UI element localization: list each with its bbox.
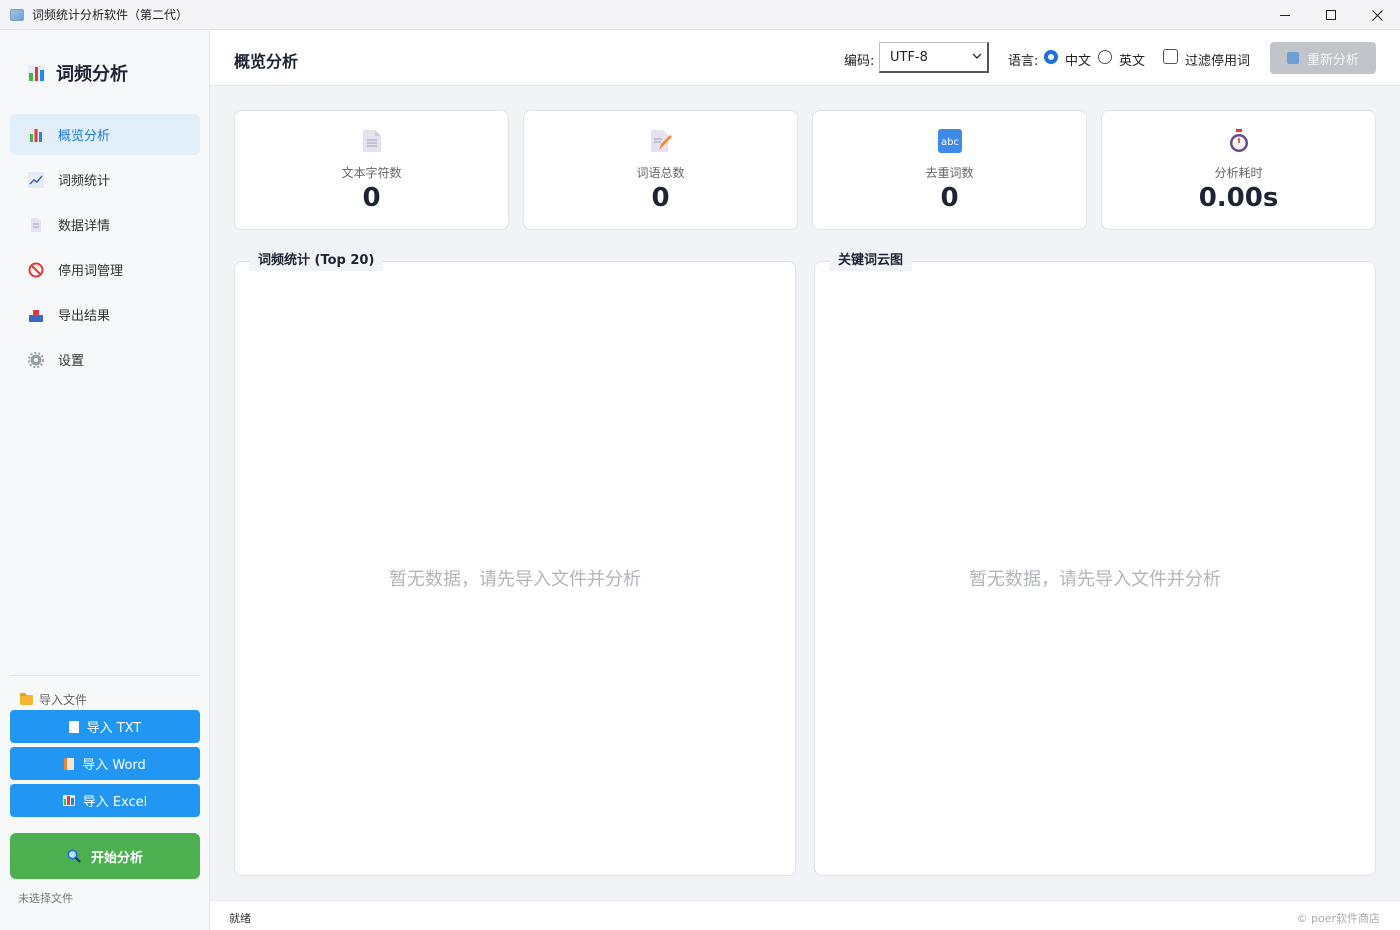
empty-state-text: 暂无数据，请先导入文件并分析 [389, 569, 641, 590]
language-radio-chinese[interactable] [1044, 50, 1058, 64]
sidebar-item-label: 概览分析 [58, 129, 111, 144]
stat-value: 0 [940, 183, 959, 213]
word-frequency-panel: 词频统计 (Top 20) 暂无数据，请先导入文件并分析 [234, 251, 796, 876]
language-chinese-label[interactable]: 中文 [1065, 50, 1091, 69]
document-icon [360, 129, 384, 153]
stat-label: 词语总数 [636, 166, 685, 180]
svg-text:abc: abc [941, 137, 959, 148]
sidebar-item-word-frequency[interactable]: 词频统计 [10, 159, 200, 200]
sidebar-item-data-details[interactable]: 数据详情 [10, 204, 200, 245]
window-title: 词频统计分析软件（第二代） [32, 8, 189, 22]
sidebar: 词频分析 概览分析 词频统计 数据详情 停用词管理 导出结果 设置 导入文件 导… [0, 30, 210, 930]
sidebar-item-label: 数据详情 [58, 219, 111, 234]
encoding-value: UTF-8 [890, 49, 928, 65]
sidebar-item-label: 导出结果 [58, 309, 111, 324]
stat-value: 0 [651, 183, 670, 213]
sidebar-divider [10, 675, 200, 676]
memo-icon [649, 129, 673, 153]
main-header: 概览分析 编码: UTF-8 语言: 中文 英文 过滤停用词 重新分析 [210, 30, 1400, 86]
folder-icon [20, 692, 33, 705]
import-txt-button[interactable]: 导入 TXT [10, 710, 200, 743]
search-icon [67, 849, 81, 863]
minimize-button[interactable] [1262, 0, 1308, 30]
import-txt-label: 导入 TXT [86, 721, 142, 736]
bar-chart-icon [28, 126, 44, 143]
status-text: 就绪 [229, 912, 251, 925]
document-icon [68, 720, 79, 733]
sidebar-item-label: 词频统计 [58, 174, 111, 189]
import-word-button[interactable]: 导入 Word [10, 747, 200, 780]
copyright-text: © poer软件商店 [1296, 912, 1381, 925]
start-analysis-label: 开始分析 [90, 850, 143, 866]
import-title-label: 导入文件 [39, 693, 88, 707]
language-english-label[interactable]: 英文 [1119, 50, 1145, 69]
stat-label: 分析耗时 [1214, 166, 1263, 180]
bar-chart-icon [28, 64, 45, 82]
sidebar-nav: 概览分析 词频统计 数据详情 停用词管理 导出结果 设置 [10, 114, 200, 384]
app-icon [10, 8, 24, 21]
language-radio-english[interactable] [1098, 50, 1112, 64]
prohibited-icon [28, 262, 44, 278]
gear-icon [28, 351, 44, 368]
keyword-cloud-panel: 关键词云图 暂无数据，请先导入文件并分析 [814, 251, 1376, 876]
abc-icon: abc [937, 129, 962, 153]
minimize-icon [1280, 14, 1290, 16]
encoding-select[interactable]: UTF-8 [879, 42, 989, 73]
stat-value: 0 [362, 183, 381, 213]
stat-label: 去重词数 [925, 166, 974, 180]
panel-title: 词频统计 (Top 20) [249, 251, 384, 271]
brand: 词频分析 [28, 60, 128, 86]
language-label: 语言: [1008, 54, 1039, 69]
close-icon [1371, 9, 1383, 21]
maximize-icon [1326, 10, 1336, 20]
document-icon [28, 217, 44, 233]
import-word-label: 导入 Word [82, 758, 146, 773]
chevron-down-icon [972, 53, 982, 59]
bar-chart-icon [62, 795, 75, 806]
sidebar-item-settings[interactable]: 设置 [10, 339, 200, 380]
start-analysis-button[interactable]: 开始分析 [10, 833, 200, 879]
close-button[interactable] [1354, 0, 1400, 30]
filter-stopwords-label[interactable]: 过滤停用词 [1185, 50, 1250, 69]
sidebar-item-label: 停用词管理 [58, 264, 124, 279]
empty-state-text: 暂无数据，请先导入文件并分析 [969, 569, 1221, 590]
outbox-icon [28, 307, 44, 323]
reanalyze-label: 重新分析 [1306, 52, 1359, 68]
status-bar: 就绪 © poer软件商店 [210, 900, 1400, 930]
filter-stopwords-checkbox[interactable] [1163, 49, 1178, 64]
title-bar: 词频统计分析软件（第二代） [0, 0, 1400, 30]
import-excel-label: 导入 Excel [82, 795, 148, 810]
sidebar-item-label: 设置 [58, 354, 85, 369]
stat-card-unique-words: abc 去重词数 0 [812, 110, 1087, 230]
page-title: 概览分析 [234, 52, 299, 71]
stopwatch-icon [1227, 129, 1251, 153]
line-chart-icon [28, 171, 44, 188]
refresh-icon [1286, 52, 1299, 64]
panel-title: 关键词云图 [829, 251, 913, 271]
stat-value: 0.00s [1198, 183, 1279, 213]
import-excel-button[interactable]: 导入 Excel [10, 784, 200, 817]
brand-title: 词频分析 [56, 64, 128, 85]
sidebar-item-stopwords[interactable]: 停用词管理 [10, 249, 200, 290]
reanalyze-button[interactable]: 重新分析 [1270, 42, 1376, 74]
stat-card-elapsed-time: 分析耗时 0.00s [1101, 110, 1376, 230]
maximize-button[interactable] [1308, 0, 1354, 30]
memo-icon [64, 757, 75, 770]
stat-label: 文本字符数 [341, 166, 402, 180]
sidebar-item-overview[interactable]: 概览分析 [10, 114, 200, 155]
file-status: 未选择文件 [18, 892, 73, 905]
stat-card-characters: 文本字符数 0 [234, 110, 509, 230]
stat-card-total-words: 词语总数 0 [523, 110, 798, 230]
encoding-label: 编码: [844, 54, 875, 69]
import-section-title: 导入文件 [20, 691, 87, 708]
sidebar-item-export[interactable]: 导出结果 [10, 294, 200, 335]
